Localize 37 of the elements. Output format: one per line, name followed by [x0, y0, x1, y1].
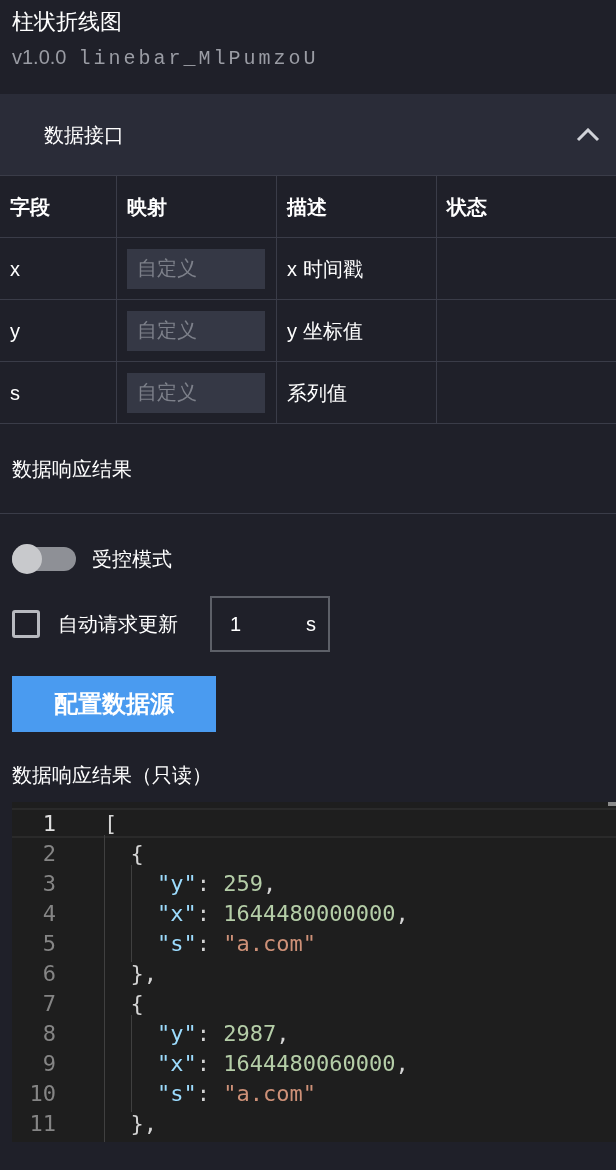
toggle-label: 受控模式 — [92, 547, 172, 572]
mapping-field[interactable]: 自定义 — [127, 372, 265, 413]
line-number: 9 — [41, 1049, 56, 1078]
section-heading: 数据响应结果 — [12, 456, 132, 482]
line-number: 7 — [41, 989, 56, 1018]
code-line: [ — [104, 809, 118, 838]
toggle-switch[interactable] — [12, 547, 76, 571]
line-number: 1 — [41, 809, 56, 838]
line-number: 3 — [41, 869, 56, 898]
checkbox-label: 自动请求更新 — [58, 612, 178, 637]
table-cell: s — [0, 362, 117, 424]
mapping-field[interactable]: 自定义 — [127, 310, 265, 351]
section-header[interactable]: 数据接口 — [0, 94, 616, 175]
scrollbar-thumb — [608, 802, 616, 806]
column-header: 状态 — [437, 176, 616, 238]
column-header: 映射 — [117, 176, 277, 238]
line-number: 8 — [41, 1019, 56, 1048]
table-cell: x 时间戳 — [277, 238, 437, 300]
line-number: 6 — [41, 959, 56, 988]
line-number: 4 — [41, 899, 56, 928]
table-cell: 系列值 — [277, 362, 437, 424]
column-header: 字段 — [0, 176, 117, 238]
component-title: 柱状折线图 — [12, 8, 123, 36]
unit-label: s — [306, 612, 316, 637]
table-cell: x — [0, 238, 117, 300]
line-number: 11 — [28, 1109, 56, 1138]
readonly-label: 数据响应结果（只读） — [12, 763, 212, 788]
mapping-field[interactable]: 自定义 — [127, 248, 265, 289]
version-label: v1.0.0 — [12, 45, 67, 70]
table-cell: y 坐标值 — [277, 300, 437, 362]
column-header: 描述 — [277, 176, 437, 238]
line-number: 10 — [28, 1079, 56, 1108]
line-number: 2 — [41, 839, 56, 868]
line-number: 5 — [41, 929, 56, 958]
table-cell: y — [0, 300, 117, 362]
component-id: linebar_MlPumzoU — [78, 46, 319, 72]
checkbox[interactable] — [12, 610, 40, 638]
